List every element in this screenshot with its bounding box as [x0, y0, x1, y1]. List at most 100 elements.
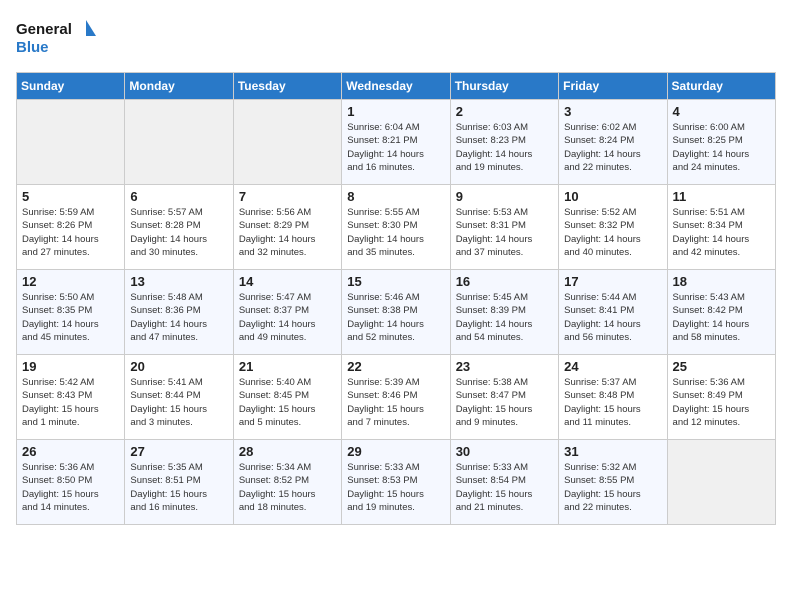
day-number: 4 — [673, 104, 770, 119]
calendar-day: 7 Sunrise: 5:56 AM Sunset: 8:29 PM Daylig… — [233, 185, 341, 270]
calendar-day — [667, 440, 775, 525]
day-info: Sunrise: 5:33 AM Sunset: 8:54 PM Dayligh… — [456, 461, 553, 514]
day-info: Sunrise: 5:37 AM Sunset: 8:48 PM Dayligh… — [564, 376, 661, 429]
calendar-day: 5Sunrise: 5:59 AM Sunset: 8:26 PM Daylig… — [17, 185, 125, 270]
day-info: Sunrise: 5:42 AM Sunset: 8:43 PM Dayligh… — [22, 376, 119, 429]
svg-text:Blue: Blue — [16, 39, 49, 56]
calendar-day: 4Sunrise: 6:00 AM Sunset: 8:25 PM Daylig… — [667, 100, 775, 185]
day-number: 24 — [564, 359, 661, 374]
day-number: 3 — [564, 104, 661, 119]
page-header: General Blue — [16, 16, 776, 60]
day-info: Sunrise: 5:39 AM Sunset: 8:46 PM Dayligh… — [347, 376, 444, 429]
calendar-week-4: 19 Sunrise: 5:42 AM Sunset: 8:43 PM Dayli… — [17, 355, 776, 440]
day-number: 18 — [673, 274, 770, 289]
day-number: 25 — [673, 359, 770, 374]
calendar-day: 30 Sunrise: 5:33 AM Sunset: 8:54 PM Dayli… — [450, 440, 558, 525]
weekday-header-saturday: Saturday — [667, 73, 775, 100]
day-number: 15 — [347, 274, 444, 289]
day-number: 28 — [239, 444, 336, 459]
day-info: Sunrise: 5:45 AM Sunset: 8:39 PM Dayligh… — [456, 291, 553, 344]
calendar-day: 29 Sunrise: 5:33 AM Sunset: 8:53 PM Dayli… — [342, 440, 450, 525]
svg-text:General: General — [16, 21, 72, 38]
day-info: Sunrise: 5:52 AM Sunset: 8:32 PM Dayligh… — [564, 206, 661, 259]
day-info: Sunrise: 6:03 AM Sunset: 8:23 PM Dayligh… — [456, 121, 553, 174]
calendar-day: 10 Sunrise: 5:52 AM Sunset: 8:32 PM Dayli… — [559, 185, 667, 270]
weekday-header-friday: Friday — [559, 73, 667, 100]
calendar-day: 23 Sunrise: 5:38 AM Sunset: 8:47 PM Dayli… — [450, 355, 558, 440]
weekday-header-tuesday: Tuesday — [233, 73, 341, 100]
calendar-day: 16 Sunrise: 5:45 AM Sunset: 8:39 PM Dayli… — [450, 270, 558, 355]
day-info: Sunrise: 5:48 AM Sunset: 8:36 PM Dayligh… — [130, 291, 227, 344]
day-number: 2 — [456, 104, 553, 119]
day-info: Sunrise: 6:04 AM Sunset: 8:21 PM Dayligh… — [347, 121, 444, 174]
day-number: 9 — [456, 189, 553, 204]
day-info: Sunrise: 5:46 AM Sunset: 8:38 PM Dayligh… — [347, 291, 444, 344]
day-number: 14 — [239, 274, 336, 289]
day-info: Sunrise: 5:33 AM Sunset: 8:53 PM Dayligh… — [347, 461, 444, 514]
day-number: 11 — [673, 189, 770, 204]
calendar-day: 8 Sunrise: 5:55 AM Sunset: 8:30 PM Daylig… — [342, 185, 450, 270]
day-info: Sunrise: 5:47 AM Sunset: 8:37 PM Dayligh… — [239, 291, 336, 344]
day-number: 5 — [22, 189, 119, 204]
calendar-day: 15 Sunrise: 5:46 AM Sunset: 8:38 PM Dayli… — [342, 270, 450, 355]
calendar-day: 11 Sunrise: 5:51 AM Sunset: 8:34 PM Dayli… — [667, 185, 775, 270]
weekday-header-wednesday: Wednesday — [342, 73, 450, 100]
calendar-day: 19 Sunrise: 5:42 AM Sunset: 8:43 PM Dayli… — [17, 355, 125, 440]
day-info: Sunrise: 5:36 AM Sunset: 8:50 PM Dayligh… — [22, 461, 119, 514]
day-number: 29 — [347, 444, 444, 459]
calendar-day — [125, 100, 233, 185]
day-info: Sunrise: 5:41 AM Sunset: 8:44 PM Dayligh… — [130, 376, 227, 429]
day-number: 30 — [456, 444, 553, 459]
calendar-day: 28 Sunrise: 5:34 AM Sunset: 8:52 PM Dayli… — [233, 440, 341, 525]
day-number: 13 — [130, 274, 227, 289]
calendar-day: 12 Sunrise: 5:50 AM Sunset: 8:35 PM Dayli… — [17, 270, 125, 355]
logo-svg: General Blue — [16, 16, 96, 60]
day-info: Sunrise: 5:38 AM Sunset: 8:47 PM Dayligh… — [456, 376, 553, 429]
calendar-table: SundayMondayTuesdayWednesdayThursdayFrid… — [16, 72, 776, 525]
day-number: 12 — [22, 274, 119, 289]
calendar-day: 24 Sunrise: 5:37 AM Sunset: 8:48 PM Dayli… — [559, 355, 667, 440]
day-info: Sunrise: 5:34 AM Sunset: 8:52 PM Dayligh… — [239, 461, 336, 514]
logo: General Blue — [16, 16, 96, 60]
day-number: 22 — [347, 359, 444, 374]
day-number: 10 — [564, 189, 661, 204]
calendar-day: 26 Sunrise: 5:36 AM Sunset: 8:50 PM Dayli… — [17, 440, 125, 525]
day-number: 19 — [22, 359, 119, 374]
day-info: Sunrise: 5:36 AM Sunset: 8:49 PM Dayligh… — [673, 376, 770, 429]
day-info: Sunrise: 5:32 AM Sunset: 8:55 PM Dayligh… — [564, 461, 661, 514]
calendar-week-1: 1Sunrise: 6:04 AM Sunset: 8:21 PM Daylig… — [17, 100, 776, 185]
day-number: 17 — [564, 274, 661, 289]
calendar-day: 25 Sunrise: 5:36 AM Sunset: 8:49 PM Dayli… — [667, 355, 775, 440]
day-number: 31 — [564, 444, 661, 459]
calendar-day: 13 Sunrise: 5:48 AM Sunset: 8:36 PM Dayli… — [125, 270, 233, 355]
calendar-day: 3Sunrise: 6:02 AM Sunset: 8:24 PM Daylig… — [559, 100, 667, 185]
day-info: Sunrise: 5:53 AM Sunset: 8:31 PM Dayligh… — [456, 206, 553, 259]
day-number: 21 — [239, 359, 336, 374]
day-number: 7 — [239, 189, 336, 204]
calendar-day: 31 Sunrise: 5:32 AM Sunset: 8:55 PM Dayli… — [559, 440, 667, 525]
calendar-day: 6Sunrise: 5:57 AM Sunset: 8:28 PM Daylig… — [125, 185, 233, 270]
day-info: Sunrise: 5:43 AM Sunset: 8:42 PM Dayligh… — [673, 291, 770, 344]
day-info: Sunrise: 5:51 AM Sunset: 8:34 PM Dayligh… — [673, 206, 770, 259]
calendar-week-5: 26 Sunrise: 5:36 AM Sunset: 8:50 PM Dayli… — [17, 440, 776, 525]
calendar-day: 20 Sunrise: 5:41 AM Sunset: 8:44 PM Dayli… — [125, 355, 233, 440]
day-info: Sunrise: 5:35 AM Sunset: 8:51 PM Dayligh… — [130, 461, 227, 514]
day-number: 23 — [456, 359, 553, 374]
day-info: Sunrise: 5:50 AM Sunset: 8:35 PM Dayligh… — [22, 291, 119, 344]
calendar-day: 14 Sunrise: 5:47 AM Sunset: 8:37 PM Dayli… — [233, 270, 341, 355]
day-number: 20 — [130, 359, 227, 374]
calendar-day — [233, 100, 341, 185]
day-number: 8 — [347, 189, 444, 204]
day-number: 26 — [22, 444, 119, 459]
day-info: Sunrise: 5:40 AM Sunset: 8:45 PM Dayligh… — [239, 376, 336, 429]
calendar-day: 27Sunrise: 5:35 AM Sunset: 8:51 PM Dayli… — [125, 440, 233, 525]
weekday-header-thursday: Thursday — [450, 73, 558, 100]
day-info: Sunrise: 5:57 AM Sunset: 8:28 PM Dayligh… — [130, 206, 227, 259]
calendar-day: 1Sunrise: 6:04 AM Sunset: 8:21 PM Daylig… — [342, 100, 450, 185]
calendar-day: 2 Sunrise: 6:03 AM Sunset: 8:23 PM Daylig… — [450, 100, 558, 185]
calendar-day: 22 Sunrise: 5:39 AM Sunset: 8:46 PM Dayli… — [342, 355, 450, 440]
weekday-header-monday: Monday — [125, 73, 233, 100]
day-number: 16 — [456, 274, 553, 289]
day-info: Sunrise: 5:56 AM Sunset: 8:29 PM Dayligh… — [239, 206, 336, 259]
day-info: Sunrise: 5:55 AM Sunset: 8:30 PM Dayligh… — [347, 206, 444, 259]
